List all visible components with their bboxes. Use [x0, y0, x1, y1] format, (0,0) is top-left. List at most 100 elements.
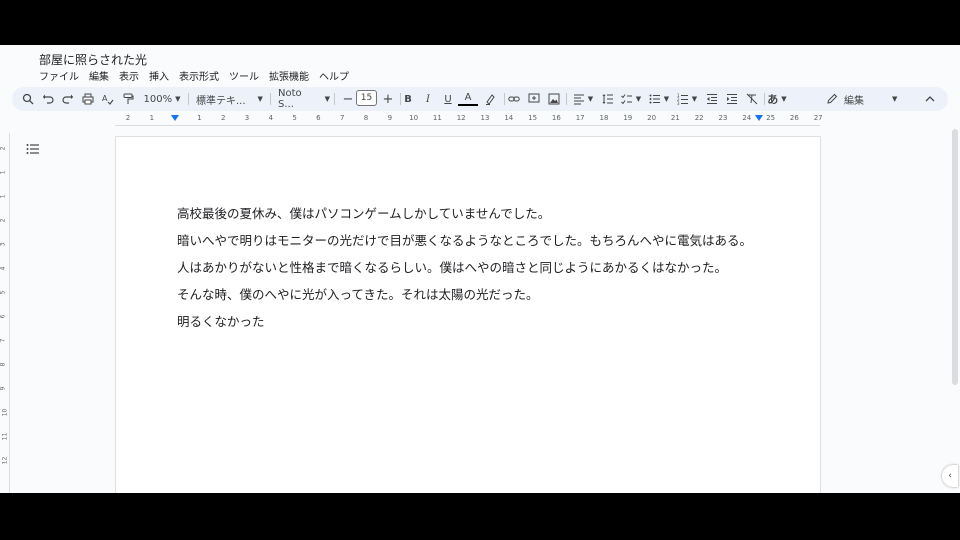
document-page[interactable]: 高校最後の夏休み、僕はパソコンゲームしかしていませんでした。 暗いへやで明りはモ…: [115, 136, 821, 493]
toolbar: A 100% ▼ 標準テキ... ▼ Noto S... ▼ − 15 + B I U…: [12, 87, 948, 111]
decrease-indent-icon[interactable]: [702, 89, 722, 109]
ruler-tick: 27: [813, 114, 823, 122]
menu-extensions[interactable]: 拡張機能: [269, 68, 309, 83]
ruler-tick: 21: [670, 114, 680, 122]
menu-insert[interactable]: 挿入: [149, 68, 169, 83]
divider: [270, 93, 271, 105]
divider: [188, 93, 189, 105]
editing-mode-value: 編集: [844, 95, 864, 107]
vertical-ruler[interactable]: 2 1 1 2 3 4 5 6 7 8 9 10 11 12: [0, 133, 10, 493]
ruler-baseline: [115, 125, 820, 126]
left-indent-marker[interactable]: [171, 115, 179, 121]
menu-view[interactable]: 表示: [119, 68, 139, 83]
decrease-font-size-button[interactable]: −: [338, 89, 358, 109]
chevron-down-icon: ▼: [691, 95, 698, 103]
italic-button[interactable]: I: [418, 89, 438, 109]
paint-format-icon[interactable]: [118, 89, 138, 109]
horizontal-ruler[interactable]: 2 1 1 2 3 4 5 6 7 8 9 10 11 12 13 14 15 16 17 18 19 20 21 22 23 2…: [115, 114, 823, 125]
svg-text:3: 3: [677, 101, 680, 105]
font-family-select[interactable]: Noto S... ▼: [278, 88, 330, 110]
vruler-tick: 1: [0, 194, 7, 199]
vruler-tick: 10: [1, 408, 9, 417]
pencil-icon: [827, 93, 838, 104]
ruler-tick: 26: [789, 114, 799, 122]
ruler-tick: 20: [647, 114, 657, 122]
ruler-tick: 6: [316, 114, 321, 122]
vruler-tick: 1: [0, 170, 7, 175]
redo-icon[interactable]: [58, 89, 78, 109]
menu-edit[interactable]: 編集: [89, 68, 109, 83]
hide-menus-icon[interactable]: [920, 89, 940, 109]
doc-paragraph[interactable]: 暗いへやで明りはモニターの光だけで目が悪くなるようなところでした。もちろんへやに…: [177, 230, 752, 249]
ruler-tick: 17: [575, 114, 585, 122]
doc-paragraph[interactable]: 人はあかりがないと性格まで暗くなるらしい。僕はへやの暗さと同じようにあかるくはな…: [177, 257, 727, 276]
chevron-down-icon: ▼: [663, 95, 670, 103]
increase-font-size-button[interactable]: +: [378, 89, 398, 109]
ruler-tick: 18: [599, 114, 609, 122]
checklist-select[interactable]: ▼: [618, 89, 644, 109]
doc-paragraph[interactable]: そんな時、僕のへやに光が入ってきた。それは太陽の光だった。: [177, 284, 539, 303]
search-menus-icon[interactable]: [18, 89, 38, 109]
vruler-tick: 4: [0, 266, 7, 271]
menu-tools[interactable]: ツール: [229, 68, 259, 83]
vruler-tick: 2: [0, 146, 7, 151]
line-spacing-icon[interactable]: [598, 89, 618, 109]
underline-button[interactable]: U: [438, 89, 458, 109]
vruler-tick: 9: [0, 386, 7, 391]
numbered-list-select[interactable]: 1 2 3 ▼: [674, 89, 700, 109]
ruler-tick: 8: [363, 114, 369, 122]
ruler-tick: 1: [149, 114, 155, 122]
align-select[interactable]: ▼: [570, 89, 596, 109]
divider: [566, 93, 567, 105]
bulleted-list-select[interactable]: ▼: [646, 89, 672, 109]
link-icon[interactable]: [504, 89, 524, 109]
paragraph-style-value: 標準テキ...: [196, 95, 246, 107]
print-icon[interactable]: [78, 89, 98, 109]
document-title[interactable]: 部屋に照らされた光: [39, 51, 147, 68]
ruler-tick: 12: [456, 114, 466, 122]
add-comment-icon[interactable]: [524, 89, 544, 109]
editing-mode-select[interactable]: 編集 ▼: [826, 89, 908, 109]
right-indent-marker[interactable]: [755, 115, 763, 121]
vruler-tick: 12: [1, 456, 9, 465]
divider: [334, 93, 335, 105]
ruler-tick: 25: [766, 114, 776, 122]
paragraph-style-select[interactable]: 標準テキ... ▼: [196, 89, 264, 109]
font-size-input[interactable]: 15: [356, 90, 377, 106]
vruler-tick: 5: [0, 290, 7, 295]
ruler-tick: 11: [432, 114, 442, 122]
insert-image-icon[interactable]: [544, 89, 564, 109]
ruler-tick: 19: [623, 114, 633, 122]
menu-help[interactable]: ヘルプ: [319, 68, 349, 83]
font-family-value: Noto S...: [278, 88, 302, 110]
bold-button[interactable]: B: [398, 89, 418, 109]
undo-icon[interactable]: [38, 89, 58, 109]
ruler-tick: 22: [694, 114, 704, 122]
vruler-tick: 3: [0, 242, 7, 247]
ruler-tick: 2: [220, 114, 226, 122]
spellcheck-icon[interactable]: A: [98, 89, 118, 109]
zoom-select[interactable]: 100% ▼: [140, 89, 184, 109]
numbered-list-icon: 123: [677, 93, 688, 105]
zoom-value: 100%: [143, 93, 173, 105]
vertical-scrollbar[interactable]: [952, 129, 958, 385]
side-panel-toggle-icon[interactable]: ‹: [942, 465, 958, 487]
increase-indent-icon[interactable]: [722, 89, 742, 109]
menu-format[interactable]: 表示形式: [179, 68, 219, 83]
highlight-icon[interactable]: [480, 89, 500, 109]
doc-paragraph[interactable]: 明るくなかった: [177, 311, 265, 330]
ruler-tick: 23: [718, 114, 728, 122]
menu-bar: ファイル 編集 表示 挿入 表示形式 ツール 拡張機能 ヘルプ: [39, 68, 349, 83]
input-tools-select[interactable]: あ ▼: [764, 89, 790, 109]
text-color-button[interactable]: A: [458, 91, 478, 106]
checklist-icon: [620, 94, 632, 105]
vruler-tick: 7: [0, 338, 7, 343]
input-tools-value: あ: [767, 93, 779, 106]
chevron-down-icon: ▼: [587, 95, 594, 103]
document-outline-icon[interactable]: [26, 140, 40, 154]
doc-paragraph[interactable]: 高校最後の夏休み、僕はパソコンゲームしかしていませんでした。: [177, 203, 550, 222]
vruler-tick: 2: [0, 218, 7, 223]
menu-file[interactable]: ファイル: [39, 68, 79, 83]
clear-formatting-icon[interactable]: [742, 89, 762, 109]
ruler-tick: 7: [339, 114, 345, 122]
